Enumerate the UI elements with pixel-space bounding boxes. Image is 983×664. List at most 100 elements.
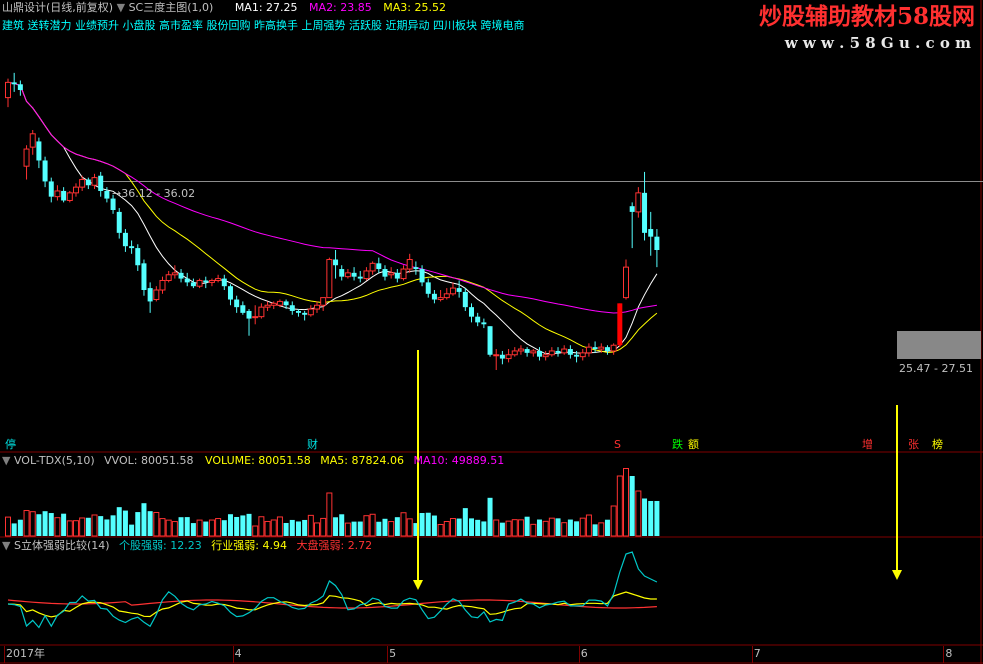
candle-body	[129, 246, 135, 249]
arrow-head	[892, 570, 902, 580]
volume-bar	[475, 519, 481, 536]
volume-bar	[419, 513, 425, 536]
volume-bar	[11, 523, 17, 536]
candle-body	[141, 263, 147, 290]
highlight-box	[897, 331, 981, 359]
candle-body	[54, 190, 61, 198]
volume-bar	[221, 520, 227, 536]
volume-bar	[481, 521, 487, 536]
candle-body	[567, 349, 573, 355]
candle-body	[72, 186, 79, 194]
volume-bar	[110, 515, 116, 536]
volume-bar	[295, 521, 301, 536]
candle-body	[388, 272, 395, 276]
candle-body	[61, 190, 67, 201]
volume-bar	[388, 521, 395, 537]
volume-bar	[234, 516, 240, 536]
chevron-down-icon[interactable]: ▼	[2, 454, 10, 467]
volume-bar	[289, 519, 295, 536]
event-tag[interactable]: 跌	[670, 439, 685, 451]
volume-bar	[85, 517, 91, 536]
event-tag[interactable]: 榜	[930, 439, 945, 451]
candle-body	[42, 160, 48, 182]
event-tag[interactable]: 额	[686, 439, 701, 451]
candle-body	[153, 289, 160, 301]
event-tag[interactable]: 张	[906, 439, 921, 451]
candle-body	[203, 280, 209, 283]
candle-body	[171, 272, 178, 276]
candle-body	[79, 179, 86, 188]
watermark-title: 炒股辅助教材58股网	[758, 3, 975, 30]
volume-bar	[252, 525, 259, 537]
ma1-value: 27.25	[266, 1, 298, 14]
ma2-line	[7, 81, 658, 354]
strength-lines	[7, 551, 658, 629]
volume-label: VOLUME:	[205, 454, 255, 467]
x-axis-tick	[943, 646, 945, 663]
volume-bar	[153, 511, 160, 537]
chevron-down-icon[interactable]: ▼	[117, 1, 125, 14]
indicator-name[interactable]: SC三度主图(1,0)	[129, 1, 214, 14]
volume-bar	[592, 524, 598, 536]
candle-body	[598, 346, 605, 350]
range-label-right: 25.47 - 27.51	[899, 362, 973, 375]
candle-body	[475, 316, 481, 323]
candle-body	[357, 276, 363, 279]
strength-indicator-name[interactable]: S立体强弱比较(14)	[14, 539, 110, 552]
volume-bar	[648, 501, 654, 536]
event-tag[interactable]: 增	[860, 439, 875, 451]
candle-body	[98, 175, 104, 191]
candle-body	[11, 82, 17, 85]
range-label-top: →36.12 - 36.02	[112, 187, 196, 200]
volume-bar	[499, 522, 505, 536]
concept-tags[interactable]: 建筑 送转潜力 业绩预升 小盘股 高市盈率 股份回购 昨高换手 上周强势 活跃股…	[2, 19, 524, 33]
volume-bar	[357, 521, 363, 536]
candle-body	[431, 293, 437, 300]
candle-body	[147, 288, 153, 302]
volume-bar	[98, 516, 104, 536]
stock-title[interactable]: 山鼎设计(日线,前复权)	[2, 1, 113, 14]
ma1-line	[7, 81, 658, 355]
x-axis-label: 8	[945, 647, 953, 660]
vvol-value: VVOL: 80051.58	[104, 454, 194, 467]
candle-body	[339, 269, 345, 277]
volume-bar	[215, 518, 222, 537]
candle-body	[344, 272, 351, 278]
moving-average-lines	[7, 81, 658, 355]
x-axis-label: 6	[580, 647, 588, 660]
candle-body	[363, 270, 370, 280]
volume-bar	[302, 519, 308, 536]
volume-bar	[517, 519, 524, 537]
candle-body	[91, 177, 98, 186]
volume-bar	[382, 518, 388, 536]
chevron-down-icon[interactable]: ▼	[2, 539, 10, 552]
volume-bar	[61, 513, 67, 536]
candle-body	[487, 326, 493, 355]
volume-bar	[642, 498, 648, 536]
volume-bar	[307, 514, 314, 537]
candle-body	[23, 148, 30, 167]
volume-bar	[135, 512, 141, 536]
x-axis-tick	[232, 646, 234, 663]
volume-bar	[72, 520, 79, 537]
volume-bar	[240, 515, 246, 536]
volume-bar	[493, 519, 500, 537]
volume-bar	[314, 522, 320, 537]
volume-bar	[437, 523, 444, 537]
volume-bar	[29, 511, 36, 537]
candle-body	[159, 279, 166, 291]
volume-bar	[579, 517, 586, 537]
event-tag[interactable]: 停	[3, 439, 18, 451]
stock-strength-line	[7, 551, 658, 629]
vol-ma10-label: MA10:	[413, 454, 449, 467]
event-tag[interactable]: 财	[305, 439, 320, 451]
candle-body	[85, 179, 91, 186]
vol-panel-header: ▼ VOL-TDX(5,10) VVOL: 80051.58 VOLUME: 8…	[2, 454, 504, 468]
volume-bar	[487, 497, 493, 536]
candle-body	[481, 322, 487, 325]
event-tag[interactable]: S	[612, 439, 623, 451]
volume-bar	[574, 521, 580, 536]
vol-indicator-name[interactable]: VOL-TDX(5,10)	[14, 454, 95, 467]
candle-body	[536, 350, 542, 357]
volume-bar	[66, 520, 73, 537]
